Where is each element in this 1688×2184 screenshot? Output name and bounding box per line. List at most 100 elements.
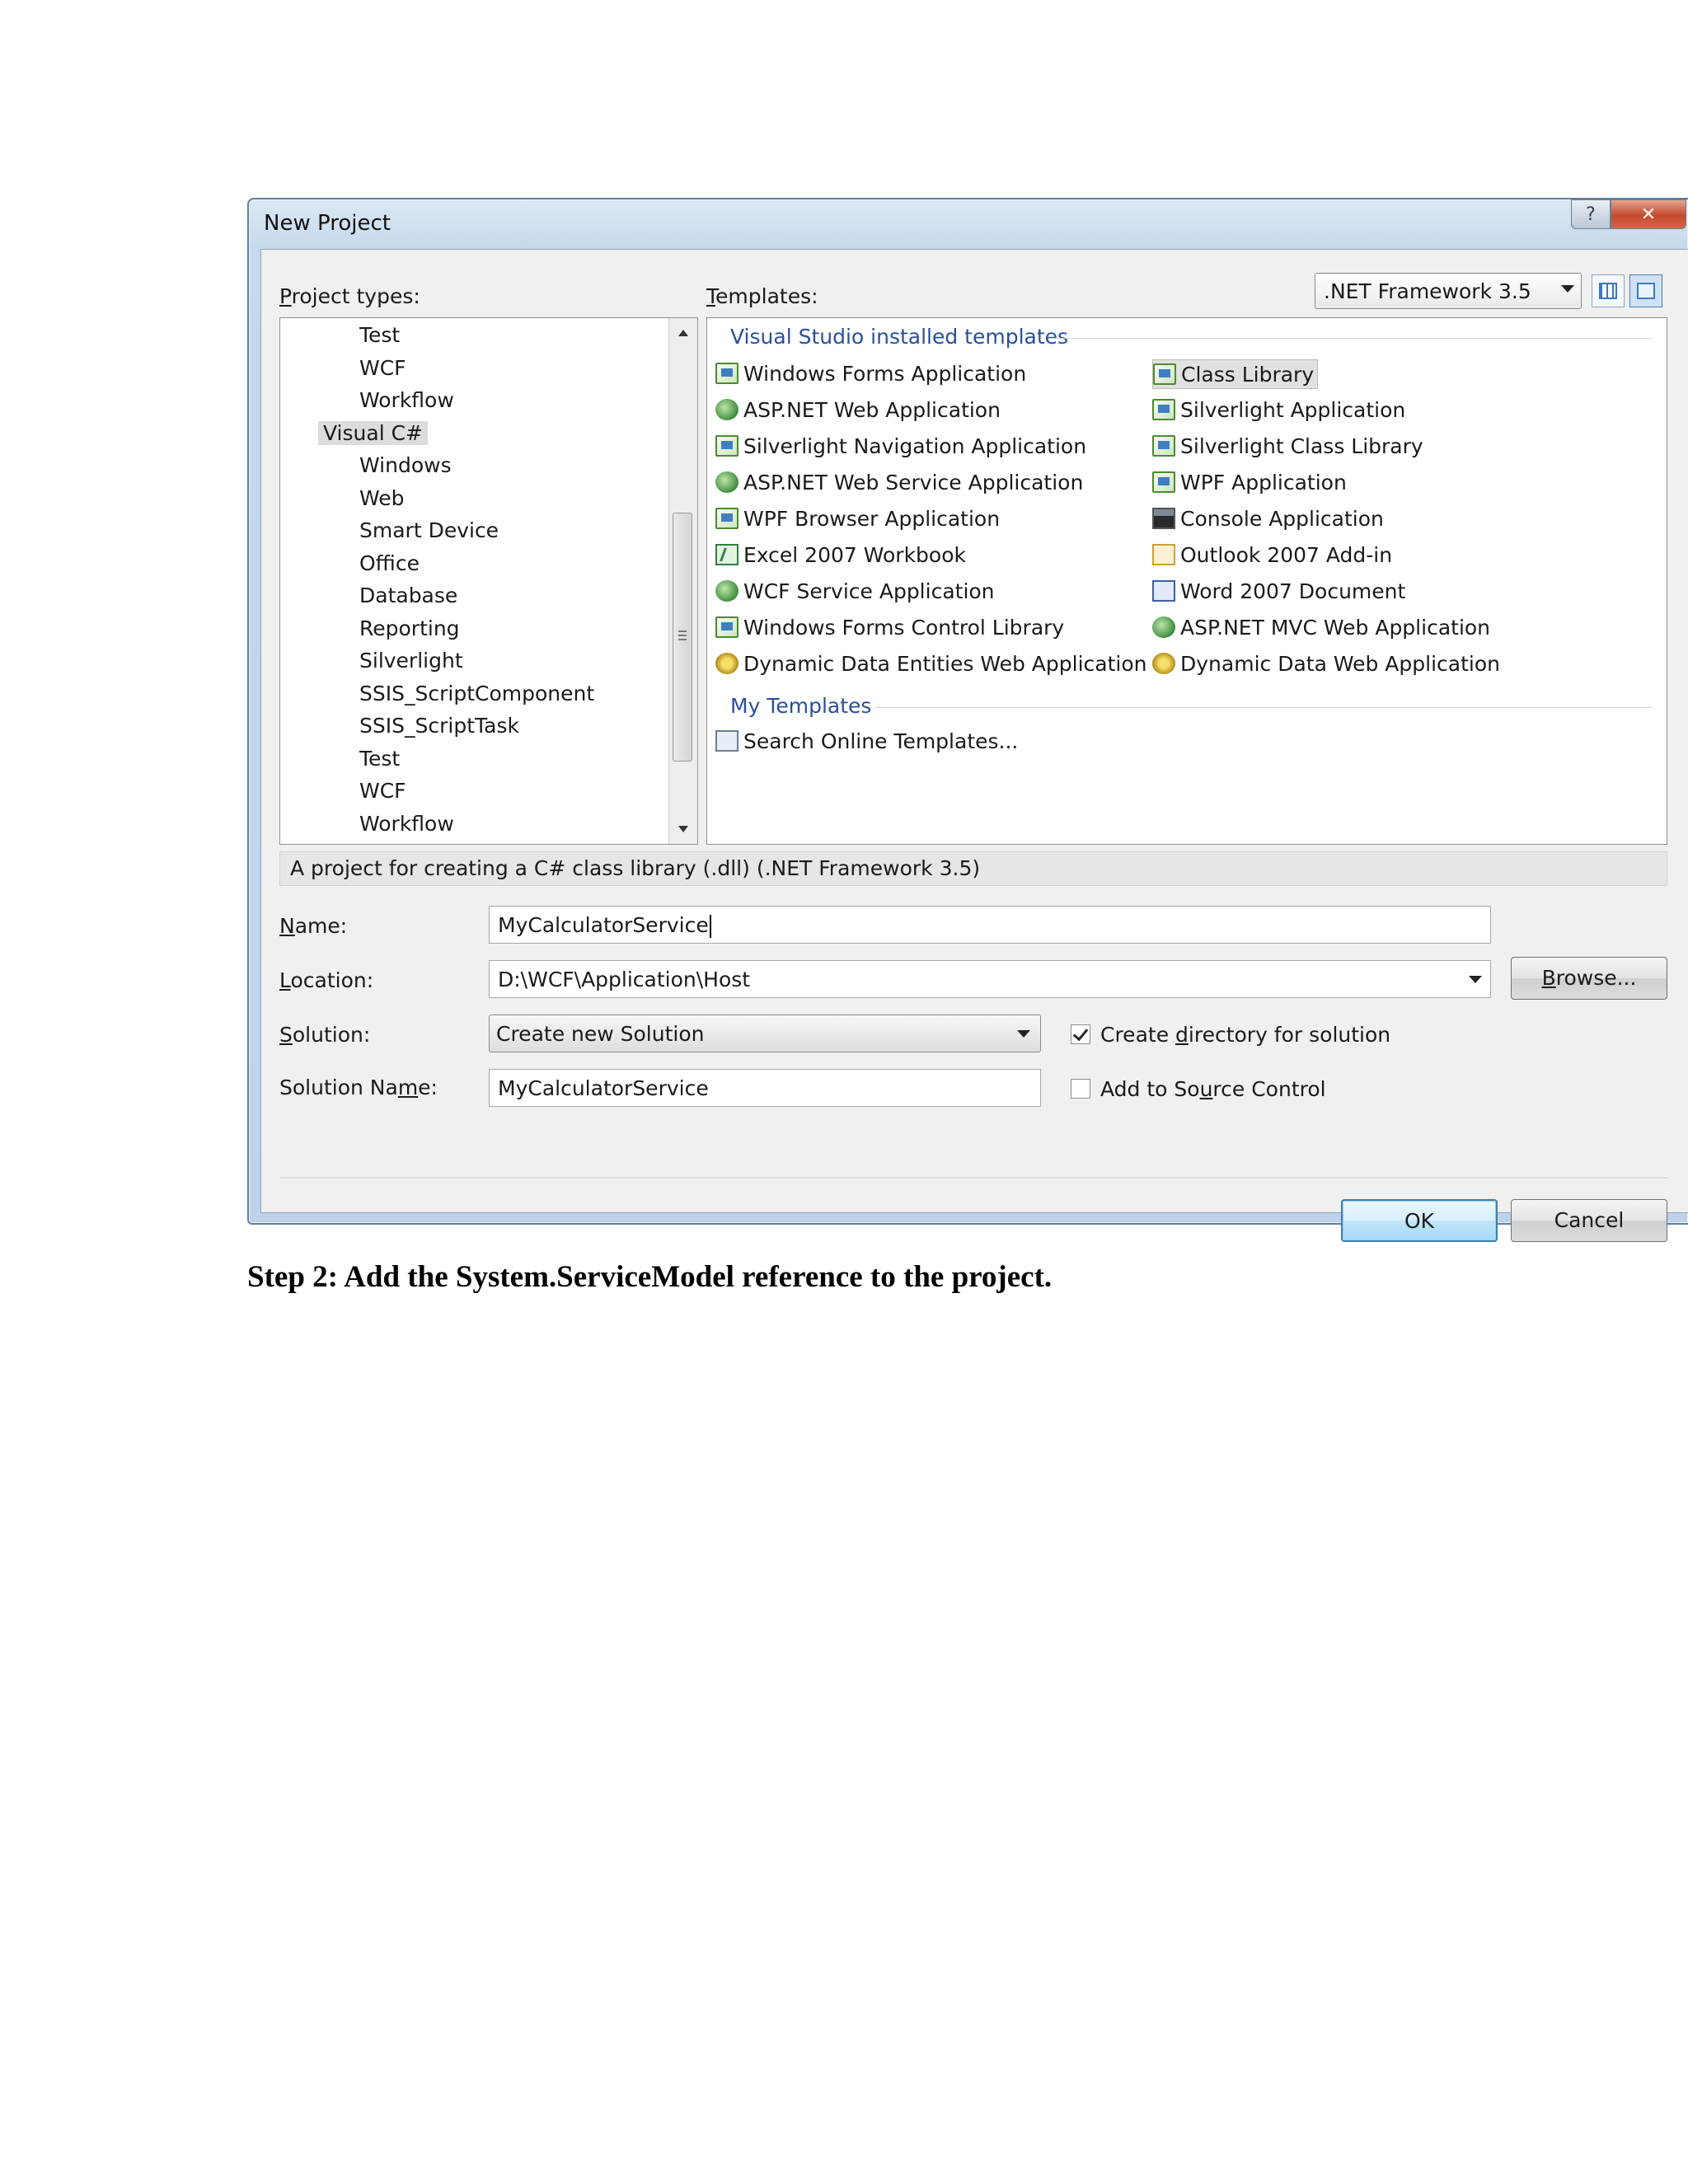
template-label: Excel 2007 Workbook <box>743 542 966 567</box>
tree-item[interactable]: Workflow <box>359 812 454 836</box>
create-directory-label[interactable]: Create directory for solution <box>1100 1023 1390 1047</box>
scroll-up-icon[interactable] <box>678 330 688 336</box>
template-icon <box>715 435 738 457</box>
template-icon <box>1152 580 1175 602</box>
tree-item[interactable]: Reporting <box>359 616 460 640</box>
template-item[interactable]: ASP.NET Web Service Application <box>715 468 1083 496</box>
location-label: Location: <box>279 968 374 992</box>
create-directory-checkbox[interactable] <box>1071 1024 1090 1044</box>
scroll-thumb[interactable] <box>673 513 692 762</box>
source-control-checkbox[interactable] <box>1071 1079 1090 1099</box>
tree-item[interactable]: SSIS_ScriptTask <box>359 714 519 738</box>
template-label: WPF Browser Application <box>743 506 1001 531</box>
ok-button[interactable]: OK <box>1341 1199 1498 1242</box>
close-button[interactable]: ✕ <box>1611 199 1686 229</box>
tree-item[interactable]: Test <box>359 323 400 347</box>
grid-icon <box>1599 283 1617 299</box>
help-button[interactable]: ? <box>1571 199 1611 229</box>
browse-button[interactable]: Browse... <box>1511 957 1667 1000</box>
tree-item[interactable]: Office <box>359 551 420 575</box>
template-item[interactable]: Word 2007 Document <box>1152 577 1405 605</box>
tree-item[interactable]: Silverlight <box>359 649 463 673</box>
step-caption: Step 2: Add the System.ServiceModel refe… <box>247 1260 1053 1294</box>
template-icon <box>715 580 738 602</box>
solution-name-input[interactable]: MyCalculatorService <box>489 1069 1041 1107</box>
template-item[interactable]: Windows Forms Application <box>715 359 1026 387</box>
tree-item[interactable]: WCF <box>359 356 406 380</box>
chevron-down-icon <box>1017 1030 1030 1038</box>
button-divider <box>279 1178 1667 1179</box>
cancel-button[interactable]: Cancel <box>1511 1199 1667 1242</box>
name-value: MyCalculatorService <box>498 913 709 937</box>
template-item[interactable]: Outlook 2007 Add-in <box>1152 541 1392 569</box>
template-icon <box>715 508 738 529</box>
installed-templates-header: Visual Studio installed templates <box>730 325 1069 349</box>
solution-name-value: MyCalculatorService <box>498 1076 709 1100</box>
template-item[interactable]: ASP.NET MVC Web Application <box>1152 613 1490 641</box>
template-label: Silverlight Application <box>1180 397 1406 422</box>
template-item[interactable]: WPF Browser Application <box>715 504 1000 532</box>
framework-value: .NET Framework 3.5 <box>1324 279 1531 303</box>
tree-scrollbar[interactable] <box>668 318 697 844</box>
tree-item[interactable]: Visual C# <box>318 420 428 445</box>
scroll-down-icon[interactable] <box>678 826 688 832</box>
template-label: Windows Forms Application <box>743 361 1027 386</box>
template-label: ASP.NET MVC Web Application <box>1180 615 1491 640</box>
large-icons-view-button[interactable] <box>1592 274 1625 307</box>
tree-item[interactable]: Windows <box>359 453 452 477</box>
project-types-tree[interactable]: Test WCF Workflow Visual C# Windows Web Smart … <box>279 317 698 845</box>
template-item[interactable]: Dynamic Data Web Application <box>1152 649 1500 677</box>
location-combo[interactable]: D:\WCF\Application\Host <box>489 960 1491 998</box>
template-item[interactable]: Dynamic Data Entities Web Application <box>715 649 1146 677</box>
template-icon <box>1152 471 1175 493</box>
name-label: Name: <box>279 914 348 938</box>
template-icon <box>715 544 738 565</box>
template-label: Windows Forms Control Library <box>743 615 1065 640</box>
template-item[interactable]: Console Application <box>1152 504 1384 532</box>
chevron-down-icon <box>1561 285 1574 293</box>
tree-item[interactable]: WCF <box>359 779 406 803</box>
tree-item[interactable]: Workflow <box>359 388 454 412</box>
template-icon <box>1152 435 1175 457</box>
title-buttons: ? ✕ <box>1571 199 1686 229</box>
title-bar[interactable]: New Project ? ✕ <box>249 199 1688 249</box>
dialog-client: Project types: Templates: .NET Framework… <box>260 249 1688 1242</box>
tree-item[interactable]: Test <box>359 747 400 771</box>
framework-dropdown[interactable]: .NET Framework 3.5 <box>1315 273 1582 309</box>
close-icon: ✕ <box>1640 204 1657 225</box>
template-icon <box>1152 508 1175 529</box>
chevron-down-icon[interactable] <box>1469 976 1482 983</box>
template-label: Word 2007 Document <box>1180 579 1406 603</box>
solution-dropdown[interactable]: Create new Solution <box>489 1015 1041 1052</box>
search-online-templates[interactable]: Search Online Templates... <box>715 727 1018 755</box>
template-label: Search Online Templates... <box>743 729 1019 753</box>
template-icon <box>1152 544 1175 565</box>
template-item[interactable]: Windows Forms Control Library <box>715 613 1064 641</box>
source-control-label[interactable]: Add to Source Control <box>1100 1077 1326 1101</box>
templates-panel[interactable]: Visual Studio installed templates My Tem… <box>706 317 1667 845</box>
tree-item[interactable]: Web <box>359 486 405 510</box>
template-label: ASP.NET Web Service Application <box>743 470 1084 494</box>
template-item[interactable]: WPF Application <box>1152 468 1347 496</box>
template-icon <box>1152 399 1175 420</box>
template-item[interactable]: Silverlight Navigation Application <box>715 432 1086 460</box>
template-item[interactable]: ASP.NET Web Application <box>715 396 1001 424</box>
tree-item[interactable]: Smart Device <box>359 518 499 542</box>
template-item[interactable]: Excel 2007 Workbook <box>715 541 966 569</box>
template-label: WCF Service Application <box>743 579 995 603</box>
small-icons-view-button[interactable] <box>1629 274 1662 307</box>
template-label: ASP.NET Web Application <box>743 397 1001 422</box>
name-input[interactable]: MyCalculatorService <box>489 906 1491 944</box>
group-divider <box>1048 338 1652 339</box>
tree-item[interactable]: SSIS_ScriptComponent <box>359 682 594 705</box>
template-item[interactable]: Class Library <box>1152 359 1319 389</box>
template-item[interactable]: Silverlight Class Library <box>1152 432 1423 460</box>
tree-item[interactable]: Database <box>359 583 457 607</box>
template-icon <box>715 653 738 674</box>
template-label: WPF Application <box>1180 470 1347 494</box>
template-icon <box>715 399 738 420</box>
template-item[interactable]: Silverlight Application <box>1152 396 1405 424</box>
template-description: A project for creating a C# class librar… <box>279 851 1667 886</box>
template-label: Dynamic Data Entities Web Application <box>743 651 1147 676</box>
template-item[interactable]: WCF Service Application <box>715 577 995 605</box>
